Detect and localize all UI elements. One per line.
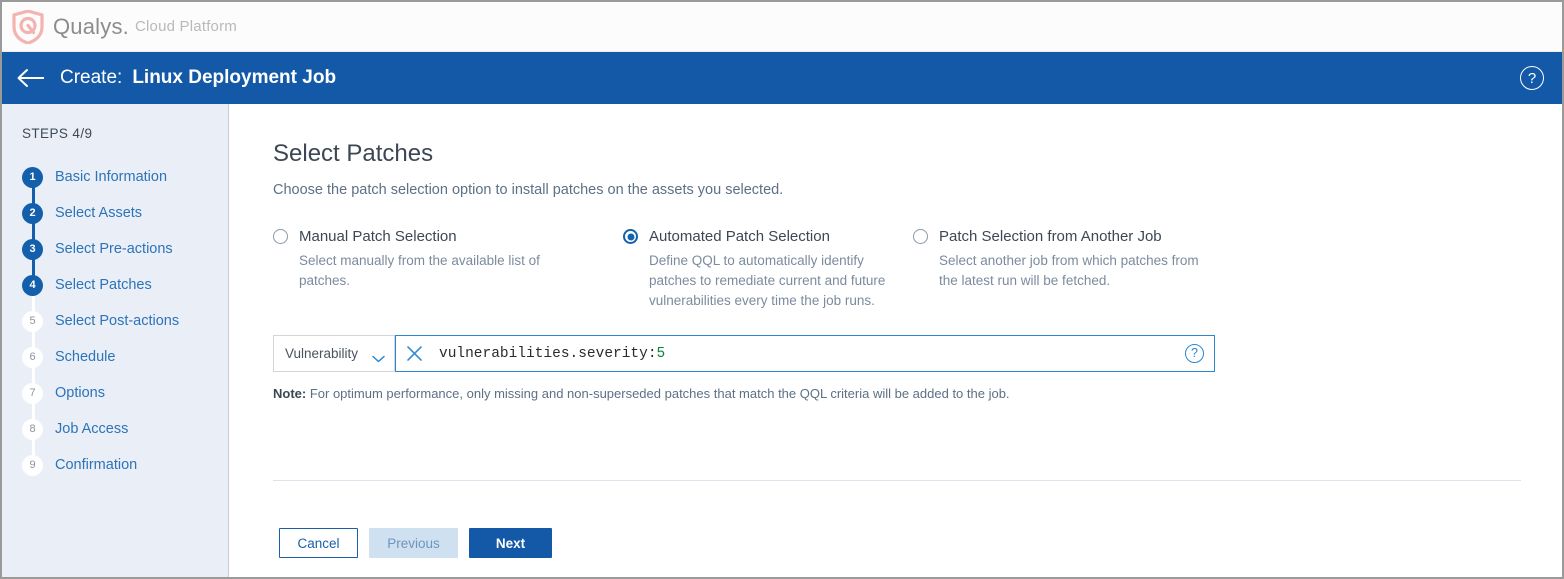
body-region: STEPS 4/9 1 Basic Information 2 Select A… (2, 104, 1562, 577)
step-label: Job Access (55, 421, 128, 437)
step-label: Select Assets (55, 205, 142, 221)
qql-note: Note: For optimum performance, only miss… (273, 386, 1516, 401)
sidebar-step-basic-information[interactable]: 1 Basic Information (2, 159, 228, 195)
steps-heading: STEPS 4/9 (2, 126, 228, 141)
step-label: Select Post-actions (55, 313, 179, 329)
radio-button-icon[interactable] (913, 229, 928, 244)
step-label: Basic Information (55, 169, 167, 185)
step-marker: 5 (22, 311, 43, 332)
option-description: Define QQL to automatically identify pat… (649, 251, 911, 311)
step-label: Select Patches (55, 277, 152, 293)
qql-query-value: 5 (657, 346, 666, 362)
step-marker: 8 (22, 419, 43, 440)
section-subtitle: Choose the patch selection option to ins… (273, 182, 1516, 198)
sidebar-step-schedule[interactable]: 6 Schedule (2, 339, 228, 375)
option-automated-patch-selection: Automated Patch Selection Define QQL to … (623, 228, 913, 311)
page-title: Linux Deployment Job (132, 67, 336, 89)
chevron-down-icon (372, 350, 385, 358)
step-marker: 6 (22, 347, 43, 368)
cancel-button[interactable]: Cancel (279, 528, 358, 558)
brand-bar: Qualys. Cloud Platform (2, 2, 1562, 52)
next-button[interactable]: Next (469, 528, 552, 558)
steps-sidebar: STEPS 4/9 1 Basic Information 2 Select A… (2, 104, 229, 577)
step-marker: 9 (22, 455, 43, 476)
step-marker: 1 (22, 167, 43, 188)
radio-patch-selection-from-another-job[interactable]: Patch Selection from Another Job (913, 228, 1213, 245)
step-label: Schedule (55, 349, 115, 365)
brand-name: Qualys. (53, 14, 129, 40)
sidebar-step-select-assets[interactable]: 2 Select Assets (2, 195, 228, 231)
previous-button[interactable]: Previous (369, 528, 458, 558)
option-label: Manual Patch Selection (299, 228, 457, 245)
close-x-icon[interactable] (406, 345, 423, 362)
option-description: Select manually from the available list … (299, 251, 561, 291)
option-manual-patch-selection: Manual Patch Selection Select manually f… (273, 228, 623, 311)
patch-selection-options: Manual Patch Selection Select manually f… (273, 228, 1516, 311)
option-label: Automated Patch Selection (649, 228, 830, 245)
step-marker: 3 (22, 239, 43, 260)
content-spacer (273, 401, 1516, 480)
qql-search-bar: Vulnerability vulnerabilities. (273, 335, 1215, 372)
page-title-bar: Create: Linux Deployment Job ? (2, 52, 1562, 104)
step-label: Options (55, 385, 105, 401)
radio-button-icon[interactable] (273, 229, 288, 244)
step-marker: 2 (22, 203, 43, 224)
option-patch-selection-from-another-job: Patch Selection from Another Job Select … (913, 228, 1213, 311)
step-list: 1 Basic Information 2 Select Assets 3 Se… (2, 159, 228, 483)
section-title: Select Patches (273, 140, 1516, 168)
radio-manual-patch-selection[interactable]: Manual Patch Selection (273, 228, 623, 245)
qql-category-value: Vulnerability (285, 346, 358, 361)
qql-query-text: vulnerabilities.severity:5 (439, 346, 1185, 362)
help-circle-icon[interactable]: ? (1185, 344, 1204, 363)
title-prefix: Create: (60, 67, 122, 89)
main-content: Select Patches Choose the patch selectio… (229, 104, 1562, 577)
qql-category-dropdown[interactable]: Vulnerability (273, 335, 395, 372)
sidebar-step-select-pre-actions[interactable]: 3 Select Pre-actions (2, 231, 228, 267)
step-label: Select Pre-actions (55, 241, 173, 257)
sidebar-step-confirmation[interactable]: 9 Confirmation (2, 447, 228, 483)
sidebar-step-options[interactable]: 7 Options (2, 375, 228, 411)
sidebar-step-select-post-actions[interactable]: 5 Select Post-actions (2, 303, 228, 339)
brand-subtitle: Cloud Platform (135, 18, 237, 35)
step-marker: 4 (22, 275, 43, 296)
help-circle-icon[interactable]: ? (1520, 66, 1544, 90)
option-description: Select another job from which patches fr… (939, 251, 1201, 291)
sidebar-step-select-patches[interactable]: 4 Select Patches (2, 267, 228, 303)
option-label: Patch Selection from Another Job (939, 228, 1162, 245)
radio-button-icon[interactable] (623, 229, 638, 244)
arrow-left-icon[interactable] (16, 67, 46, 89)
application-window: Qualys. Cloud Platform Create: Linux Dep… (0, 0, 1564, 579)
note-label: Note: (273, 386, 306, 401)
sidebar-step-job-access[interactable]: 8 Job Access (2, 411, 228, 447)
qualys-logo-icon (12, 10, 44, 44)
qql-query-input[interactable]: vulnerabilities.severity:5 ? (395, 335, 1215, 372)
qql-query-field: vulnerabilities.severity: (439, 346, 657, 362)
note-text: For optimum performance, only missing an… (306, 386, 1009, 401)
step-marker: 7 (22, 383, 43, 404)
wizard-footer: Cancel Previous Next (273, 481, 1516, 577)
radio-automated-patch-selection[interactable]: Automated Patch Selection (623, 228, 913, 245)
step-label: Confirmation (55, 457, 137, 473)
